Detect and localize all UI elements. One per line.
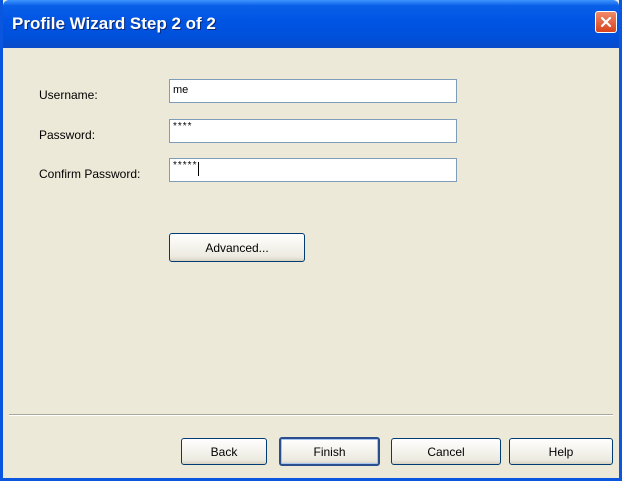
confirm-password-label: Confirm Password: <box>39 167 141 181</box>
username-input[interactable]: me <box>169 79 457 103</box>
confirm-password-input[interactable]: ***** <box>169 158 457 182</box>
password-input[interactable]: **** <box>169 119 457 143</box>
window-title: Profile Wizard Step 2 of 2 <box>12 14 216 33</box>
close-icon <box>600 16 612 28</box>
title-bar[interactable]: Profile Wizard Step 2 of 2 <box>3 0 619 48</box>
username-label: Username: <box>39 88 98 102</box>
advanced-button[interactable]: Advanced... <box>169 233 305 262</box>
dialog-body: Username: me Password: **** Confirm Pass… <box>3 48 619 478</box>
button-separator <box>9 414 613 416</box>
profile-wizard-window: Profile Wizard Step 2 of 2 Username: me … <box>0 0 622 481</box>
finish-button[interactable]: Finish <box>279 437 380 466</box>
text-caret <box>198 162 200 176</box>
cancel-button[interactable]: Cancel <box>391 438 501 465</box>
close-button[interactable] <box>595 11 617 33</box>
confirm-password-value: ***** <box>173 160 198 171</box>
help-button[interactable]: Help <box>509 438 613 465</box>
password-label: Password: <box>39 128 96 142</box>
back-button[interactable]: Back <box>181 438 267 465</box>
